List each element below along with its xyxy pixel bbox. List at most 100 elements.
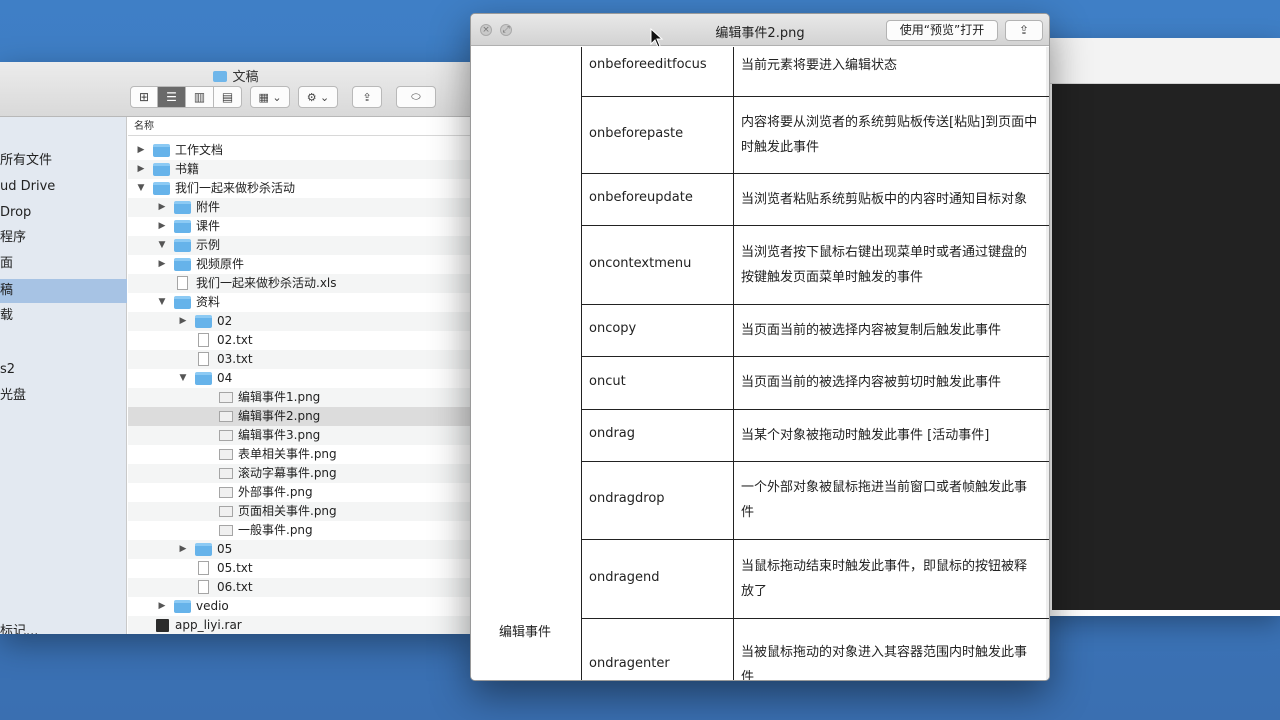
table-rule (581, 96, 1049, 97)
finder-sidebar: 所有文件 ud Drive Drop 程序面稿载 s2 光盘标记... (0, 117, 127, 634)
sidebar-item[interactable]: 标记... (0, 620, 127, 634)
share-button[interactable]: ⇪ (352, 86, 382, 108)
file-row[interactable]: ▶ 附件 (128, 198, 472, 217)
sidebar-item[interactable]: 载 (0, 304, 127, 328)
disclosure-closed-icon[interactable]: ▶ (178, 540, 188, 559)
file-row[interactable]: 滚动字幕事件.png (128, 464, 472, 483)
file-name: 页面相关事件.png (238, 504, 337, 518)
quicklook-titlebar: × ⤢ 编辑事件2.png 使用“预览”打开 ⇪ (471, 14, 1049, 46)
file-row[interactable]: 编辑事件3.png (128, 426, 472, 445)
disclosure-closed-icon[interactable]: ▶ (157, 597, 167, 616)
quicklook-window: × ⤢ 编辑事件2.png 使用“预览”打开 ⇪ 编辑事件 onbeforeed… (470, 13, 1050, 681)
file-name: 资料 (196, 295, 221, 309)
event-description-line: 放了 (741, 583, 768, 599)
file-row[interactable]: ▶ 课件 (128, 217, 472, 236)
sidebar-item[interactable]: ud Drive (0, 175, 127, 199)
file-row[interactable]: 编辑事件1.png (128, 388, 472, 407)
file-name: 05.txt (217, 561, 253, 575)
file-row[interactable]: 我们一起来做秒杀活动.xls (128, 274, 472, 293)
file-row[interactable]: 05.txt (128, 559, 472, 578)
archive-icon (156, 619, 169, 632)
image-icon (219, 430, 233, 441)
disclosure-closed-icon[interactable]: ▶ (136, 141, 146, 160)
event-description: 当某个对象被拖动时触发此事件 [活动事件] (741, 423, 1046, 448)
disclosure-closed-icon[interactable]: ▶ (157, 255, 167, 274)
image-icon (219, 487, 233, 498)
event-description-line: 当浏览者按下鼠标右键出现菜单时或者通过键盘的 (741, 244, 1028, 260)
tags-button[interactable]: ⬭ (396, 86, 436, 108)
disclosure-closed-icon[interactable]: ▶ (157, 217, 167, 236)
file-row[interactable]: 表单相关事件.png (128, 445, 472, 464)
file-icon (198, 352, 209, 366)
sidebar-item[interactable] (0, 570, 127, 594)
disclosure-closed-icon[interactable]: ▶ (178, 312, 188, 331)
column-view-button[interactable]: ▥ (186, 86, 214, 108)
icon-view-button[interactable]: ⊞ (130, 86, 158, 108)
file-name: 编辑事件1.png (238, 390, 321, 404)
action-button[interactable]: ⚙ ⌄ (298, 86, 338, 108)
sidebar-item[interactable]: Drop (0, 201, 127, 225)
file-row[interactable]: ▼ 资料 (128, 293, 472, 312)
file-row[interactable]: ▶ 02 (128, 312, 472, 331)
sidebar-item-label: 程序 (0, 230, 27, 245)
sidebar-item[interactable] (0, 543, 127, 567)
sidebar-item[interactable]: 稿 (0, 279, 127, 303)
sidebar-item-label: 面 (0, 256, 14, 271)
open-with-preview-button[interactable]: 使用“预览”打开 (886, 20, 998, 41)
sidebar-item[interactable] (0, 411, 127, 435)
file-list: 名称 ▶ 工作文档 ▶ 书籍 ▼ 我们一起来做秒杀活动 ▶ 附件 ▶ 课件 ▼ 示例 ▶ 视频原件我们一起… (128, 117, 472, 634)
disclosure-open-icon[interactable]: ▼ (136, 179, 146, 198)
event-description-line: 当页面当前的被选择内容被剪切时触发此事件 (741, 375, 1002, 390)
list-view-button[interactable]: ☰ (158, 86, 186, 108)
file-row[interactable]: ▶ 05 (128, 540, 472, 559)
finder-titlebar: 文稿 ⊞ ☰ ▥ ▤ ▦ ⌄ ⚙ ⌄ ⇪ ⬭ (0, 62, 472, 117)
file-row[interactable]: 03.txt (128, 350, 472, 369)
disclosure-open-icon[interactable]: ▼ (178, 369, 188, 388)
file-row[interactable]: app_liyi.rar (128, 616, 472, 634)
event-description: 内容将要从浏览者的系统剪贴板传送[粘贴]到页面中 时触发此事件 (741, 110, 1046, 160)
column-header-name[interactable]: 名称 (128, 117, 472, 136)
sidebar-item[interactable] (0, 464, 127, 488)
event-description-line: 当某个对象被拖动时触发此事件 [活动事件] (741, 427, 990, 443)
sidebar-item[interactable]: 所有文件 (0, 149, 127, 173)
file-row[interactable]: ▼ 我们一起来做秒杀活动 (128, 179, 472, 198)
table-divider (581, 47, 582, 680)
coverflow-view-button[interactable]: ▤ (214, 86, 242, 108)
folder-icon (174, 201, 191, 214)
file-row[interactable]: ▼ 示例 (128, 236, 472, 255)
table-rule (581, 356, 1049, 357)
file-row[interactable]: 编辑事件2.png (128, 407, 472, 426)
sidebar-item[interactable] (0, 438, 127, 462)
file-row[interactable]: 外部事件.png (128, 483, 472, 502)
file-name: 04 (217, 371, 233, 385)
background-window-content (1052, 84, 1280, 610)
disclosure-closed-icon[interactable]: ▶ (136, 160, 146, 179)
disclosure-open-icon[interactable]: ▼ (157, 293, 167, 312)
sidebar-item[interactable]: 光盘 (0, 384, 127, 408)
event-description: 当鼠标拖动结束时触发此事件，即鼠标的按钮被释 放了 (741, 554, 1046, 604)
table-rule (581, 173, 1049, 174)
file-row[interactable]: ▶ 书籍 (128, 160, 472, 179)
file-row[interactable]: ▶ 工作文档 (128, 141, 472, 160)
quicklook-share-button[interactable]: ⇪ (1005, 20, 1043, 41)
sidebar-item[interactable]: 程序 (0, 226, 127, 250)
sidebar-item[interactable] (0, 517, 127, 541)
arrange-button[interactable]: ▦ ⌄ (250, 86, 290, 108)
disclosure-open-icon[interactable]: ▼ (157, 236, 167, 255)
finder-title: 文稿 (0, 66, 472, 85)
file-icon (198, 580, 209, 594)
file-row[interactable]: 02.txt (128, 331, 472, 350)
file-row[interactable]: ▼ 04 (128, 369, 472, 388)
file-row[interactable]: ▶ vedio (128, 597, 472, 616)
sidebar-item[interactable] (0, 490, 127, 514)
sidebar-item[interactable]: 面 (0, 252, 127, 276)
file-name: 我们一起来做秒杀活动.xls (196, 276, 337, 290)
file-row[interactable]: 一般事件.png (128, 521, 472, 540)
file-icon (198, 333, 209, 347)
file-row[interactable]: 页面相关事件.png (128, 502, 472, 521)
disclosure-closed-icon[interactable]: ▶ (157, 198, 167, 217)
file-row[interactable]: ▶ 视频原件 (128, 255, 472, 274)
file-row[interactable]: 06.txt (128, 578, 472, 597)
sidebar-item[interactable] (0, 331, 127, 355)
sidebar-item[interactable]: s2 (0, 358, 127, 382)
